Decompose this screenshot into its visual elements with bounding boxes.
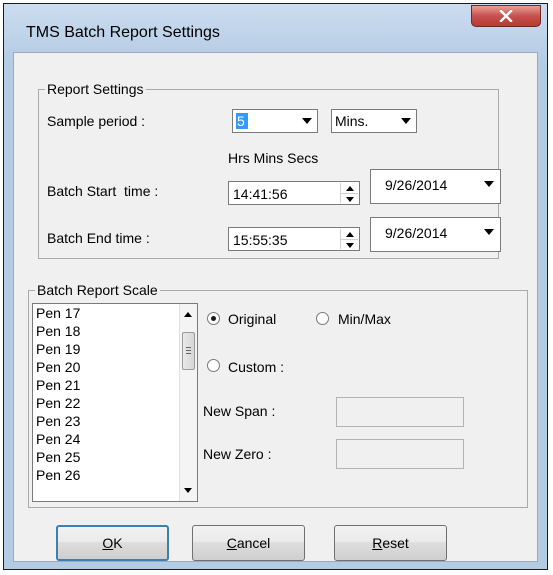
batch-start-label: Batch Start time : — [47, 183, 159, 199]
dialog-body: Report Settings Sample period : 5 Mins. … — [13, 52, 538, 562]
list-item[interactable]: Pen 25 — [33, 448, 197, 466]
reset-button-label: eset — [382, 535, 409, 551]
batch-end-label: Batch End time : — [47, 230, 150, 246]
batch-end-time-input[interactable]: 15:55:35 — [228, 227, 360, 251]
ok-button[interactable]: OK — [56, 525, 169, 561]
cancel-button[interactable]: Cancel — [192, 525, 305, 561]
list-item[interactable]: Pen 18 — [33, 322, 197, 340]
list-item[interactable]: Pen 19 — [33, 340, 197, 358]
spin-up-icon[interactable] — [341, 183, 358, 194]
sample-unit-value: Mins. — [335, 113, 369, 129]
batch-end-date-picker[interactable]: 9/26/2014 — [370, 217, 501, 252]
batch-start-time-value: 14:41:56 — [233, 186, 288, 202]
batch-report-scale-title: Batch Report Scale — [35, 282, 160, 298]
custom-radio[interactable] — [207, 359, 220, 372]
batch-start-date-value: 9/26/2014 — [385, 177, 448, 193]
cancel-button-mnemonic: C — [226, 535, 237, 551]
spin-down-icon[interactable] — [341, 194, 358, 204]
list-item[interactable]: Pen 20 — [33, 358, 197, 376]
list-item[interactable]: Pen 24 — [33, 430, 197, 448]
new-span-input[interactable] — [336, 397, 464, 427]
batch-end-date-value: 9/26/2014 — [385, 225, 448, 241]
spin-down-icon[interactable] — [341, 240, 358, 250]
cancel-button-label: ancel — [236, 535, 271, 551]
reset-button[interactable]: Reset — [334, 525, 447, 561]
original-radio-label[interactable]: Original — [228, 311, 276, 327]
new-span-label: New Span : — [203, 403, 276, 419]
sample-period-label: Sample period : — [47, 113, 146, 129]
custom-radio-label[interactable]: Custom : — [228, 359, 284, 375]
batch-start-date-picker[interactable]: 9/26/2014 — [370, 169, 501, 204]
list-item[interactable]: Pen 23 — [33, 412, 197, 430]
list-item[interactable]: Pen 17 — [33, 304, 197, 322]
chevron-down-icon[interactable] — [484, 229, 494, 235]
batch-start-time-input[interactable]: 14:41:56 — [228, 181, 360, 205]
list-item[interactable]: Pen 21 — [33, 376, 197, 394]
sample-period-select[interactable]: 5 — [232, 109, 318, 133]
pen-listbox[interactable]: Pen 17 Pen 18 Pen 19 Pen 20 Pen 21 Pen 2… — [32, 303, 198, 502]
list-item[interactable]: Pen 22 — [33, 394, 197, 412]
dialog-window: TMS Batch Report Settings Report Setting… — [3, 3, 548, 570]
reset-button-mnemonic: R — [372, 535, 383, 551]
chevron-down-icon[interactable] — [298, 111, 316, 131]
listbox-scrollbar[interactable] — [179, 304, 197, 501]
ok-button-mnemonic: O — [102, 535, 114, 551]
scroll-up-icon[interactable] — [184, 312, 192, 317]
minmax-radio[interactable] — [316, 312, 329, 325]
close-x-icon — [499, 10, 513, 22]
window-title: TMS Batch Report Settings — [26, 24, 220, 41]
new-zero-label: New Zero : — [203, 446, 272, 462]
sample-unit-select[interactable]: Mins. — [331, 109, 417, 133]
chevron-down-icon[interactable] — [397, 111, 415, 131]
minmax-radio-label[interactable]: Min/Max — [338, 311, 391, 327]
scroll-thumb[interactable] — [182, 332, 195, 370]
original-radio[interactable] — [207, 312, 220, 325]
sample-period-value: 5 — [236, 113, 248, 129]
report-settings-title: Report Settings — [45, 81, 146, 97]
close-button[interactable] — [471, 5, 541, 27]
title-bar[interactable]: TMS Batch Report Settings — [4, 4, 547, 54]
ok-button-label: K — [113, 535, 123, 551]
new-zero-input[interactable] — [336, 439, 464, 469]
spin-up-icon[interactable] — [341, 229, 358, 240]
list-item[interactable]: Pen 26 — [33, 466, 197, 484]
scroll-down-icon[interactable] — [184, 488, 192, 493]
batch-end-time-value: 15:55:35 — [233, 232, 288, 248]
chevron-down-icon[interactable] — [484, 181, 494, 187]
time-format-header: Hrs Mins Secs — [228, 150, 319, 166]
